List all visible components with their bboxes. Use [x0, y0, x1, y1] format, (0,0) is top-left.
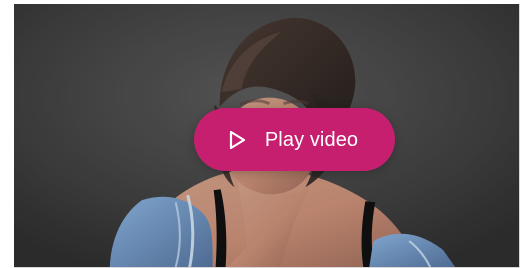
play-video-label: Play video	[264, 128, 359, 151]
video-player[interactable]: Play video	[14, 4, 520, 268]
play-icon	[229, 130, 245, 149]
play-video-button[interactable]: Play video	[194, 108, 395, 171]
video-page: Play video	[0, 0, 531, 268]
